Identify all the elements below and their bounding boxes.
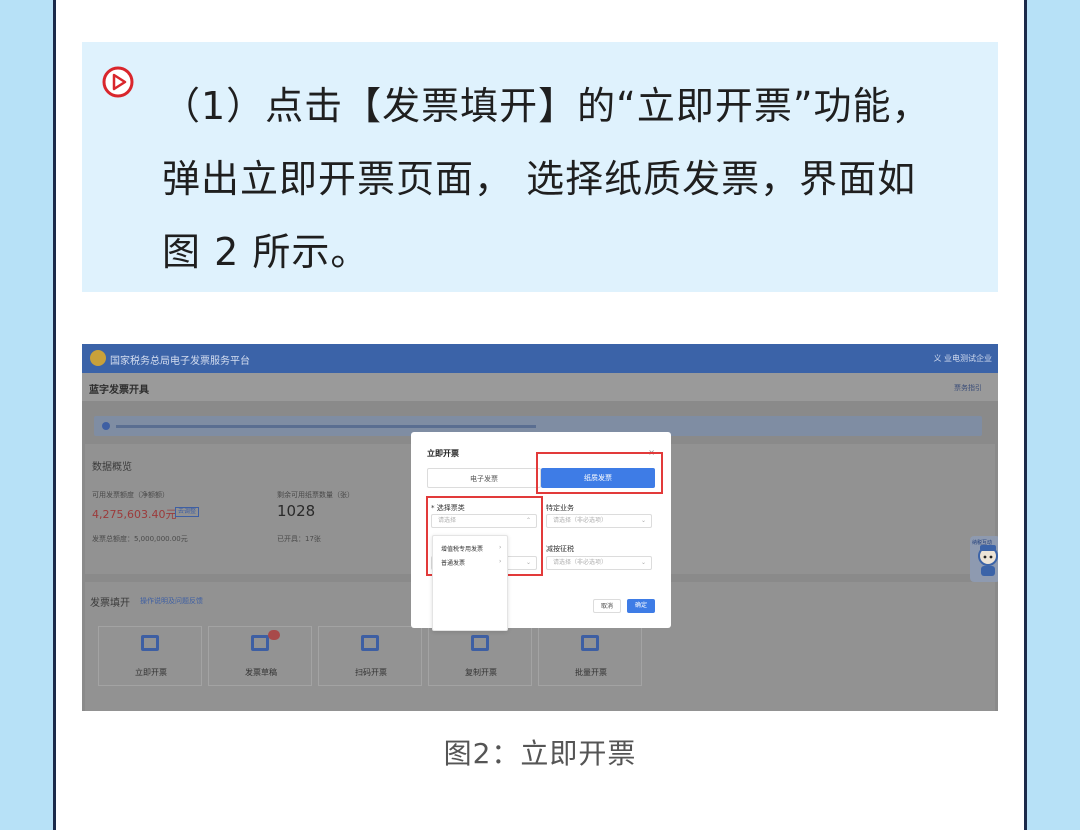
special-business-placeholder: 请选择（非必选项） [553,517,608,524]
page-title: 蓝字发票开具 [89,385,149,396]
tax-reduction-label: 减按征税 [546,545,574,553]
issued-count: 已开具：17张 [277,535,321,543]
fill-title: 发票填开 [90,598,130,609]
ticket-type-dropdown: 增值税专用发票 › 普通发票 › [432,535,508,631]
copy-icon [471,635,489,651]
instruction-text: （1）点击【发票填开】的“立即开票”功能， 弹出立即开票页面， 选择纸质发票，界… [162,70,982,289]
tax-reduction-select[interactable]: 请选择（非必选项） ⌄ [546,556,652,570]
tile-label: 批量开票 [575,668,607,677]
adjust-quota-tag[interactable]: 去调整 [175,507,199,517]
overview-title: 数据概览 [92,462,132,473]
function-tiles: 立即开票 发票草稿 扫码开票 复制开票 批量开票 [98,626,643,686]
tile-issue-now[interactable]: 立即开票 [98,626,202,686]
help-link[interactable]: 票务指引 [954,383,982,393]
chevron-down-icon: ⌄ [640,517,646,524]
special-business-select[interactable]: 请选择（非必选项） ⌄ [546,514,652,528]
dropdown-item-special-vat[interactable]: 增值税专用发票 › [441,544,501,553]
instruction-line-2: 弹出立即开票页面， 选择纸质发票，界面如 [162,157,917,201]
highlight-paper-option [536,452,663,494]
confirm-button[interactable]: 确定 [627,599,655,613]
tile-copy[interactable]: 复制开票 [428,626,532,686]
tile-label: 立即开票 [135,668,167,677]
tile-batch[interactable]: 批量开票 [538,626,642,686]
tax-emblem-icon [90,350,106,366]
draft-icon [251,635,269,651]
tax-interaction-mascot-icon[interactable]: 纳税互动 [970,536,998,582]
dropdown-item-label: 增值税专用发票 [441,546,484,553]
right-border-line [1024,0,1027,830]
dropdown-item-ordinary[interactable]: 普通发票 › [441,558,501,567]
scan-icon [361,635,379,651]
tile-label: 发票草稿 [245,668,277,677]
quota-label: 可用发票额度（净额额） [92,491,169,499]
play-icon [102,66,134,98]
special-business-label: 特定业务 [546,504,574,512]
issue-now-icon [141,635,159,651]
app-screenshot: 国家税务总局电子发票服务平台 义 业电测试企业 蓝字发票开具 票务指引 数据概览… [82,344,998,711]
dialog-title: 立即开票 [427,449,459,458]
chevron-down-icon: ⌄ [640,559,646,566]
batch-icon [581,635,599,651]
tax-reduction-placeholder: 请选择（非必选项） [553,559,608,566]
mascot-label: 纳税互动 [972,539,992,546]
app-header: 国家税务总局电子发票服务平台 义 业电测试企业 [82,344,998,373]
chevron-right-icon: › [499,544,502,551]
total-quota: 发票总额度：5,000,000.00元 [92,535,188,543]
tile-label: 扫码开票 [355,668,387,677]
chevron-right-icon: › [499,558,502,565]
quota-value: 4,275,603.40元 [92,508,177,521]
instruction-line-3: 图 2 所示。 [162,230,370,274]
paper-count-label: 剩余可用纸票数量（张） [277,491,354,499]
notice-text-blur [116,425,536,428]
dropdown-item-label: 普通发票 [441,560,466,567]
instruction-line-1: （1）点击【发票填开】的“立即开票”功能， [162,84,931,128]
figure-caption: 图2：立即开票 [443,737,637,770]
electronic-invoice-option[interactable]: 电子发票 [427,468,541,488]
tile-scan[interactable]: 扫码开票 [318,626,422,686]
app-title: 国家税务总局电子发票服务平台 [110,356,250,367]
fill-help-link[interactable]: 操作说明及问题反馈 [140,596,203,606]
info-icon [102,422,110,430]
user-account[interactable]: 义 业电测试企业 [933,353,992,364]
paper-count-value: 1028 [277,502,316,520]
tile-draft[interactable]: 发票草稿 [208,626,312,686]
cancel-button[interactable]: 取消 [593,599,621,613]
draft-count-badge [268,630,280,640]
tile-label: 复制开票 [465,668,497,677]
page-header: 蓝字发票开具 票务指引 [82,373,998,401]
